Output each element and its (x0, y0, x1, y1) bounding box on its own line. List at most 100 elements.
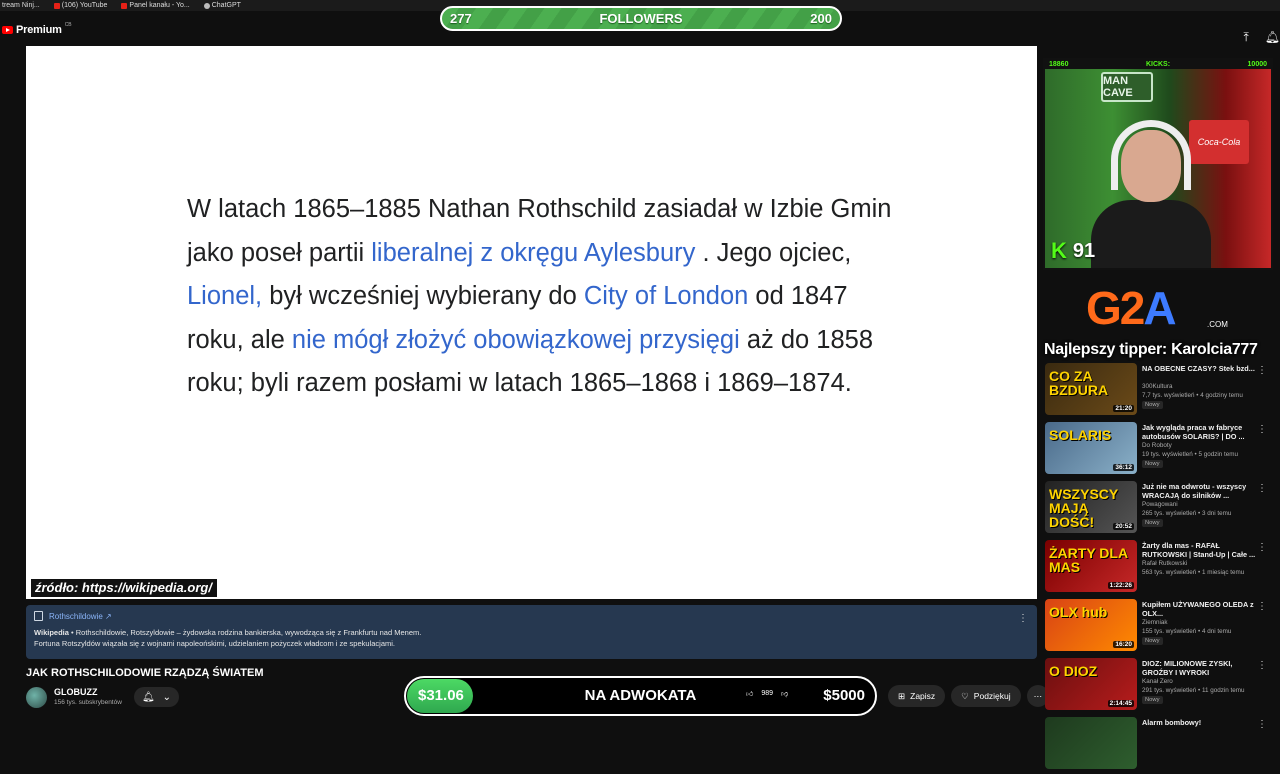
bookmark-label: ChatGPT (211, 1, 241, 9)
video-duration: 36:12 (1113, 464, 1134, 471)
more-horizontal-icon: ⋯ (1033, 690, 1043, 701)
video-channel[interactable]: Powagowani (1142, 501, 1178, 508)
more-options-icon[interactable]: ⋮ (1257, 365, 1267, 376)
more-options-icon[interactable]: ⋮ (1018, 613, 1028, 624)
video-title-link[interactable]: NA OBECNE CZASY? Stek bzd... (1142, 364, 1257, 373)
excerpt-link: nie mógł złożyć obowiązkowej przysięgi (291, 325, 740, 354)
video-meta: 291 tys. wyświetleń • 11 godzin temu (1142, 687, 1245, 694)
video-thumbnail[interactable]: SOLARIS 36:12 (1045, 422, 1137, 474)
info-desc-line: • Rothschildowie, Rotszyldowie – żydowsk… (68, 628, 422, 637)
video-thumbnail[interactable]: CO ZA BZDURA 21:20 (1045, 363, 1137, 415)
video-title-link[interactable]: DIOZ: MILIONOWE ZYSKI, GROŹBY I WYROKI (1142, 659, 1257, 677)
streamer-webcam: MAN CAVE Coca-Cola 18860 KICKS: 10000 K … (1043, 58, 1273, 270)
video-thumbnail[interactable]: OLX hub 16:20 (1045, 599, 1137, 651)
info-panel-link[interactable]: Rothschildowie ↗ (49, 612, 112, 621)
more-options-icon[interactable]: ⋮ (1257, 424, 1267, 435)
info-panel-description: Wikipedia • Rothschildowie, Rotszyldowie… (34, 627, 1029, 649)
g2a-domain: .COM (1207, 320, 1228, 329)
chevron-down-icon: ⌄ (162, 691, 172, 703)
video-meta: 265 tys. wyświetleń • 3 dni temu (1142, 510, 1232, 517)
excerpt-text: . Jego ojciec, (695, 238, 852, 267)
wikipedia-excerpt: W latach 1865–1885 Nathan Rothschild zas… (187, 188, 907, 406)
excerpt-link: liberalnej z okręgu Aylesbury (371, 238, 696, 267)
excerpt-link: City of London (583, 282, 749, 311)
recommended-video[interactable]: OLX hub 16:20 Kupiłem UŻYWANEGO OLEDA z OL… (1045, 597, 1275, 656)
video-thumbnail[interactable]: O DIOZ 2:14:45 (1045, 658, 1137, 710)
subscriber-count: 156 tys. subskrybentów (54, 699, 122, 706)
video-title: JAK ROTHSCHILODOWIE RZĄDZĄ ŚWIATEM (26, 667, 264, 679)
recommended-video[interactable]: CO ZA BZDURA 21:20 NA OBECNE CZASY? Stek b… (1045, 361, 1275, 420)
bookmark-item[interactable]: (106) YouTube (53, 0, 108, 11)
video-title-link[interactable]: Już nie ma odwrotu - wszyscy WRACAJĄ do … (1142, 482, 1257, 500)
excerpt-text: był wcześniej wybierany do (262, 282, 584, 311)
video-meta: 155 tys. wyświetleń • 4 dni temu (1142, 628, 1232, 635)
subscription-bell-button[interactable]: 🔔︎ ⌄ (134, 687, 179, 707)
bookmark-label: tream Ninj... (2, 1, 40, 9)
more-options-icon[interactable]: ⋮ (1257, 483, 1267, 494)
followers-goal: 200 (810, 11, 832, 26)
followers-current: 277 (450, 11, 472, 26)
recommended-video[interactable]: SOLARIS 36:12 Jak wygląda praca w fabryce … (1045, 420, 1275, 479)
header-actions: ⤒ 🔔︎ (1243, 30, 1280, 45)
video-title-link[interactable]: Żarty dla mas - RAFAŁ RUTKOWSKI | Stand-… (1142, 541, 1257, 559)
bookmark-label: (106) YouTube (61, 1, 108, 9)
thumbnail-text: CO ZA BZDURA (1049, 368, 1109, 398)
recommended-video[interactable]: Alarm bombowy! ⋮ (1045, 715, 1275, 774)
followers-label: FOLLOWERS (599, 11, 683, 26)
kick-right-value: 10000 (1247, 61, 1267, 68)
save-button[interactable]: ⊞ Zapisz (888, 685, 946, 707)
video-channel[interactable]: 300Kultura (1142, 383, 1172, 390)
upload-icon[interactable]: ⤒ (1243, 30, 1248, 45)
video-title-link[interactable]: Jak wygląda praca w fabryce autobusów SO… (1142, 423, 1257, 441)
bookmark-item[interactable]: ChatGPT (203, 0, 241, 11)
g2a-letter: G (1086, 282, 1122, 334)
thumbnail-text: O DIOZ (1049, 663, 1098, 679)
video-title-link[interactable]: Alarm bombowy! (1142, 718, 1257, 727)
save-label: Zapisz (910, 691, 936, 701)
more-options-icon[interactable]: ⋮ (1257, 719, 1267, 730)
channel-avatar[interactable] (26, 687, 47, 708)
bookmark-item[interactable]: Panel kanału - Yo... (121, 0, 190, 11)
video-title-link[interactable]: Kupiłem UŻYWANEGO OLEDA z OLX... (1142, 600, 1257, 618)
thumbnail-text: ŻARTY DLA MAS (1049, 545, 1128, 575)
kick-goal-bar: 18860 KICKS: 10000 (1045, 60, 1271, 69)
video-thumbnail[interactable]: ŻARTY DLA MAS 1:22:26 (1045, 540, 1137, 592)
youtube-studio-icon (121, 2, 128, 9)
man-cave-sign: MAN CAVE (1101, 72, 1153, 102)
info-desc-line: Fortuna Rotszyldów wiązała się z wojnami… (34, 639, 395, 648)
bookmark-item[interactable]: tream Ninj... (2, 0, 40, 11)
recommended-video[interactable]: ŻARTY DLA MAS 1:22:26 Żarty dla mas - RAFA… (1045, 538, 1275, 597)
more-options-icon[interactable]: ⋮ (1257, 601, 1267, 612)
thanks-button[interactable]: ♡ Podziękuj (951, 685, 1021, 707)
notifications-bell-icon[interactable]: 🔔︎ (1265, 30, 1280, 45)
channel-name[interactable]: GLOBUZZ (54, 687, 98, 697)
more-options-icon[interactable]: ⋮ (1257, 542, 1267, 553)
country-code: CB (64, 22, 72, 28)
youtube-premium-logo[interactable]: Premium CB (2, 22, 72, 36)
new-badge: Nowy (1142, 519, 1163, 527)
recommended-video[interactable]: O DIOZ 2:14:45 DIOZ: MILIONOWE ZYSKI, GROŹ… (1045, 656, 1275, 715)
video-channel[interactable]: Do Roboty (1142, 442, 1172, 449)
video-duration: 21:20 (1113, 405, 1134, 412)
video-thumbnail[interactable]: WSZYSCY MAJĄ DOŚĆ! 20:52 (1045, 481, 1137, 533)
save-icon: ⊞ (898, 690, 906, 701)
video-meta: 563 tys. wyświetleń • 1 miesiąc temu (1142, 569, 1245, 576)
video-player[interactable]: W latach 1865–1885 Nathan Rothschild zas… (26, 46, 1037, 599)
video-channel[interactable]: Ziemniak (1142, 619, 1168, 626)
like-icon[interactable]: 👍︎ (746, 689, 753, 698)
more-options-icon[interactable]: ⋮ (1257, 660, 1267, 671)
context-info-panel: Rothschildowie ↗ Wikipedia • Rothschildo… (26, 605, 1037, 659)
video-duration: 20:52 (1113, 523, 1134, 530)
video-thumbnail[interactable] (1045, 717, 1137, 769)
streamer-body (1091, 200, 1211, 268)
recommended-video[interactable]: WSZYSCY MAJĄ DOŚĆ! 20:52 Już nie ma odwrot… (1045, 479, 1275, 538)
video-channel[interactable]: Kanał Zero (1142, 678, 1173, 685)
g2a-letter: 2 (1119, 282, 1146, 334)
followers-goal-bar: 277 FOLLOWERS 200 (440, 6, 842, 31)
g2a-letter: A (1143, 282, 1176, 334)
thumbnail-text: OLX hub (1049, 604, 1108, 620)
video-channel[interactable]: Rafał Rutkowski (1142, 560, 1187, 567)
thanks-icon: ♡ (961, 690, 969, 701)
donation-goal-bar: NA ADWOKATA $31.06 👍︎ 989 👎︎ $5000 (404, 676, 877, 716)
dislike-icon[interactable]: 👎︎ (781, 689, 788, 698)
